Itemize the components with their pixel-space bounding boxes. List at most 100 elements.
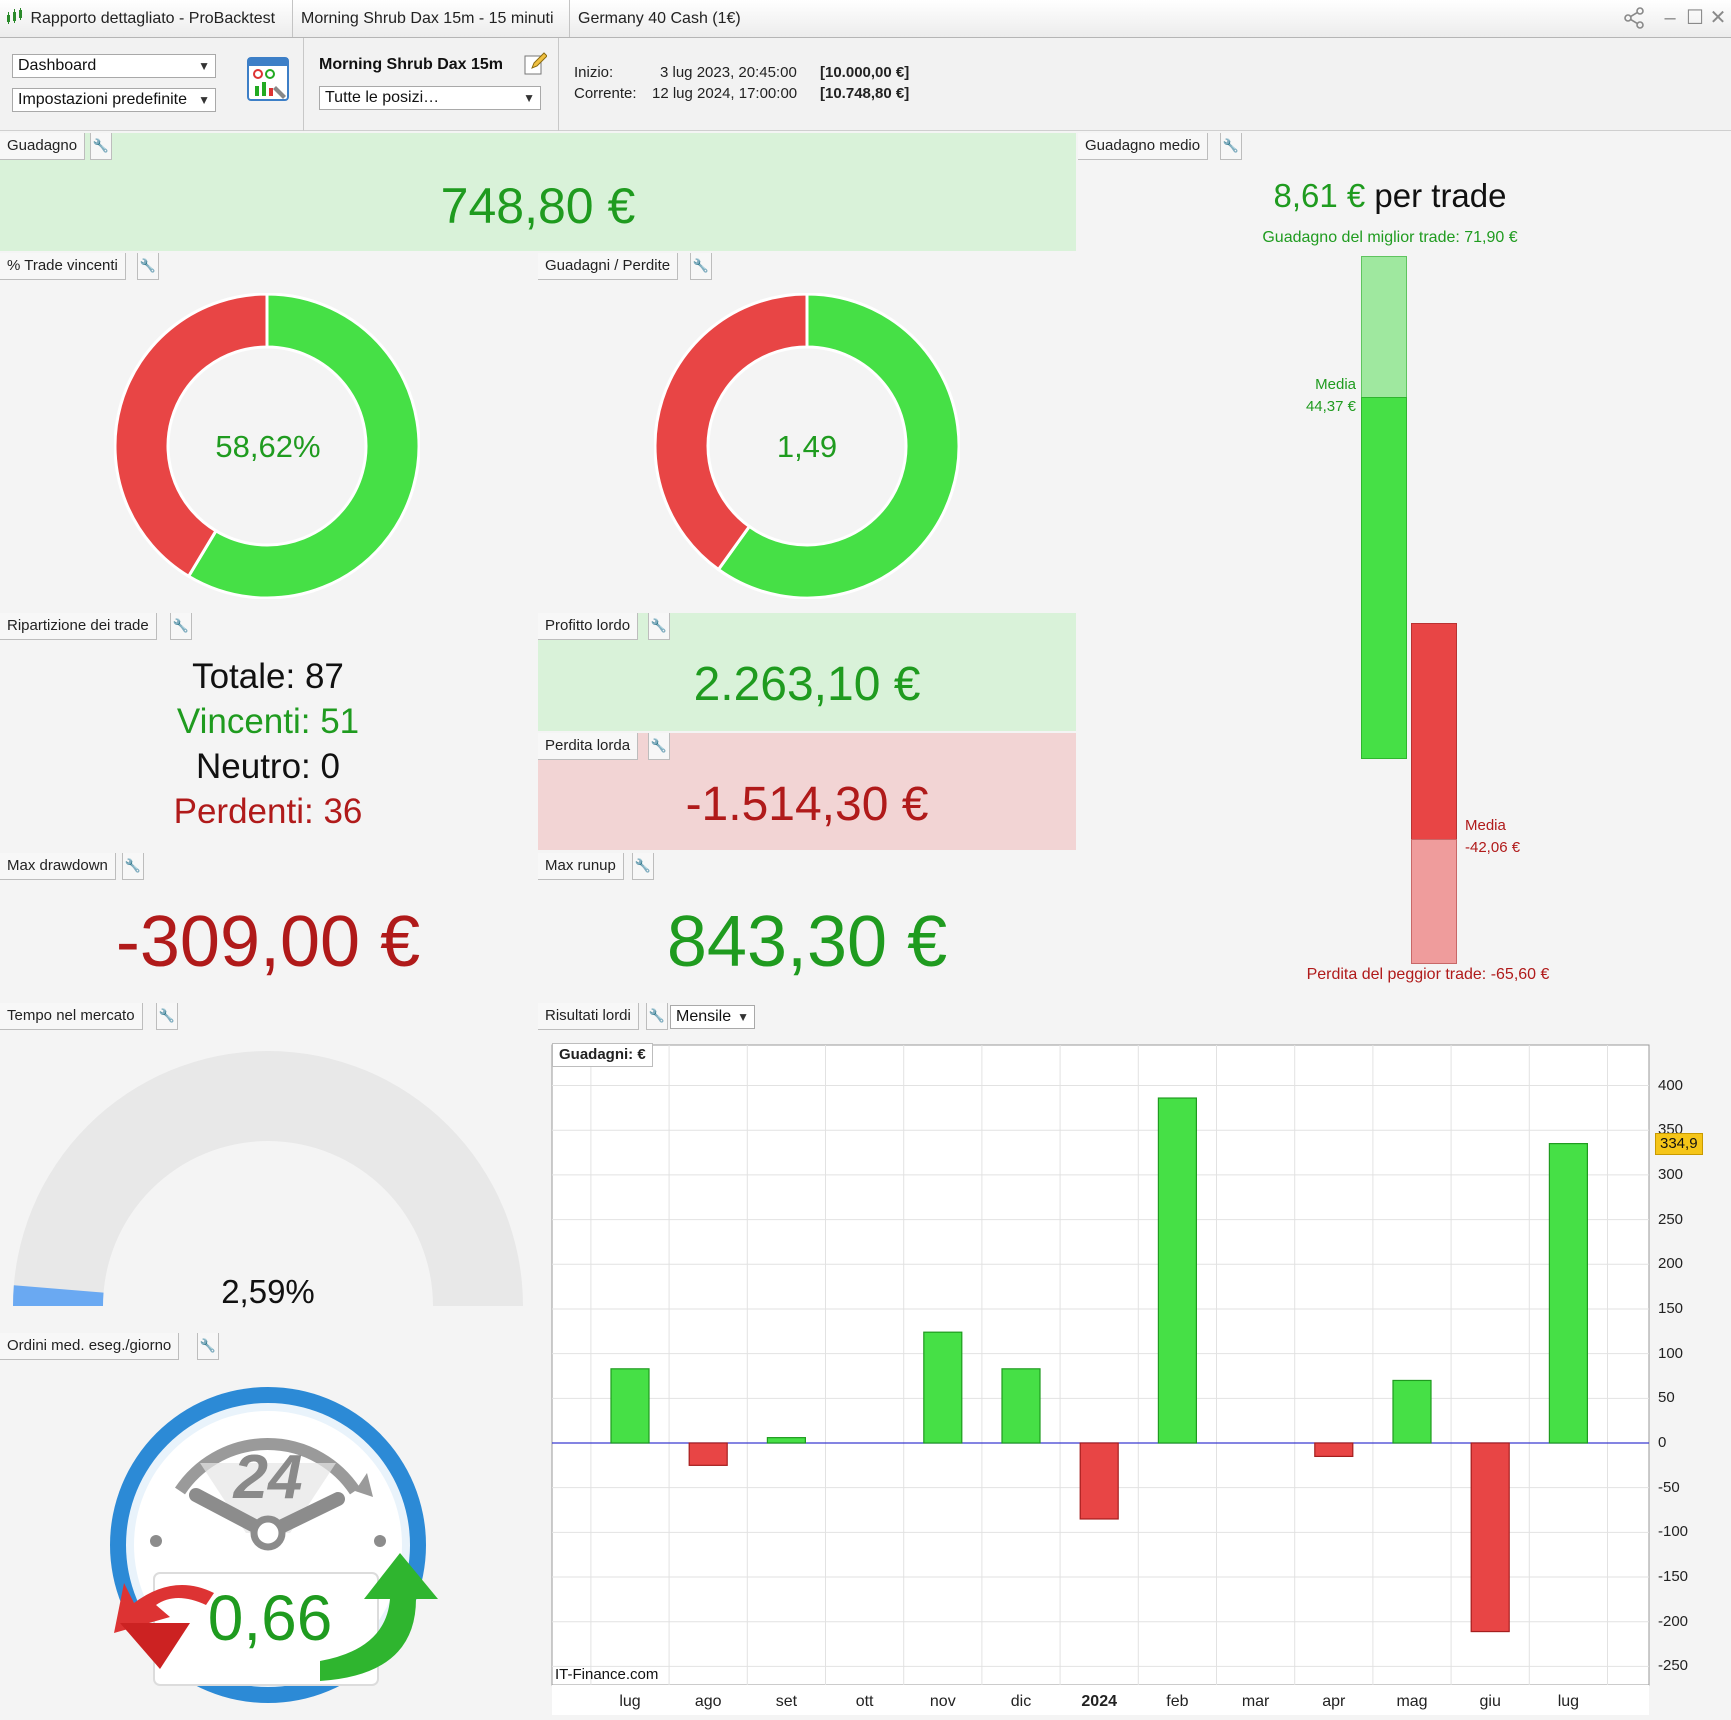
wrench-icon[interactable]: 🔧 [137, 253, 159, 280]
strategy-tab[interactable]: Morning Shrub Dax 15m - 15 minuti [293, 0, 570, 37]
chart-bar[interactable] [1314, 1442, 1354, 1458]
title-bar: Rapporto dettagliato - ProBacktest Morni… [0, 0, 1731, 38]
gain-loss-value: 1,49 [776, 429, 838, 464]
chart-bar[interactable] [1001, 1368, 1041, 1444]
chevron-down-icon: ▼ [198, 59, 210, 73]
wrench-icon[interactable]: 🔧 [1220, 133, 1242, 160]
x-tick-label: dic [1010, 1693, 1032, 1710]
gross-profit-value: 2.263,10 € [693, 658, 921, 711]
chevron-down-icon: ▼ [523, 91, 535, 105]
win-pct-value: 58,62% [215, 429, 321, 464]
wrench-icon[interactable]: 🔧 [156, 1003, 178, 1030]
y-tick-label: 300 [1658, 1165, 1684, 1183]
wrench-icon[interactable]: 🔧 [690, 253, 712, 280]
max-drawdown-panel: Max drawdown 🔧 -309,00 € [0, 853, 536, 1001]
panel-title: Guadagni / Perdite [538, 253, 679, 280]
orders-per-day-panel: Ordini med. eseg./giorno 🔧 24 0,66 [0, 1333, 536, 1720]
x-tick-label: feb [1166, 1693, 1189, 1710]
breakdown-neutral: Neutro: 0 [196, 747, 340, 786]
avg-win-value: 44,37 € [1305, 398, 1356, 415]
gross-results-chart[interactable] [538, 1043, 1731, 1720]
x-tick-label: ott [855, 1693, 874, 1710]
y-tick-label: 400 [1658, 1076, 1684, 1094]
chart-bar[interactable] [688, 1442, 728, 1466]
toolbar: Dashboard ▼ Impostazioni predefinite ▼ Mor… [0, 38, 1731, 131]
start-capital: [10.000,00 €] [820, 64, 910, 81]
candlestick-app-icon [6, 2, 26, 24]
y-tick-label: 100 [1658, 1344, 1684, 1362]
start-date: 3 lug 2023, 20:45:00 [660, 64, 797, 81]
x-tick-label: set [775, 1693, 798, 1710]
wrench-icon[interactable]: 🔧 [197, 1333, 219, 1360]
chart-bar[interactable] [766, 1437, 807, 1444]
panel-title: Guadagno [0, 133, 86, 160]
wrench-icon[interactable]: 🔧 [170, 613, 192, 640]
x-tick-label: mar [1241, 1693, 1270, 1710]
time-in-market-value: 2,59% [221, 1273, 315, 1310]
x-tick-label: giu [1479, 1693, 1501, 1710]
wrench-icon[interactable]: 🔧 [632, 853, 654, 880]
y-tick-label: 200 [1658, 1255, 1684, 1273]
window-title-tab[interactable]: Rapporto dettagliato - ProBacktest [0, 0, 293, 37]
breakdown-total: Totale: 87 [192, 657, 344, 696]
panel-title: Ordini med. eseg./giorno [0, 1333, 180, 1360]
worst-trade-bar [1411, 839, 1457, 964]
system-name: Morning Shrub Dax 15m [319, 56, 504, 73]
y-tick-label: -150 [1658, 1568, 1689, 1586]
x-tick-label: nov [929, 1693, 956, 1710]
chart-title: Guadagni: € [552, 1043, 653, 1067]
wrench-icon[interactable]: 🔧 [648, 733, 670, 760]
panel-title: % Trade vincenti [0, 253, 126, 280]
y-tick-label: -200 [1658, 1612, 1689, 1630]
orders-per-day-value: 0,66 [207, 1582, 333, 1654]
x-tick-label: lug [1557, 1693, 1580, 1710]
report-settings-icon[interactable] [246, 56, 292, 102]
gross-profit-panel: Profitto lordo 🔧 2.263,10 € [538, 613, 1076, 731]
panel-title: Ripartizione dei trade [0, 613, 157, 640]
y-tick-label: 50 [1658, 1389, 1675, 1407]
avg-gain-panel: Guadagno medio 🔧 8,61 € per trade Guadag… [1078, 133, 1731, 1001]
chart-bar[interactable] [1548, 1143, 1589, 1444]
minimize-icon[interactable]: – [1660, 6, 1680, 30]
panel-title: Tempo nel mercato [0, 1003, 143, 1030]
start-label: Inizio: [574, 64, 614, 81]
avg-loss-bar [1411, 623, 1457, 840]
period-select[interactable]: Mensile ▼ [670, 1005, 755, 1029]
max-runup-value: 843,30 € [666, 902, 948, 982]
wrench-icon[interactable]: 🔧 [646, 1003, 668, 1030]
share-icon[interactable] [1622, 6, 1644, 30]
wrench-icon[interactable]: 🔧 [648, 613, 670, 640]
chart-bar[interactable] [1470, 1442, 1510, 1633]
win-pct-panel: % Trade vincenti 🔧 58,62% [0, 253, 536, 608]
maximize-icon[interactable]: ☐ [1685, 6, 1705, 30]
avg-win-label: Media [1315, 376, 1356, 393]
x-tick-label: apr [1322, 1693, 1346, 1710]
breakdown-loss: Perdenti: 36 [173, 792, 363, 831]
x-tick-label: mag [1396, 1693, 1428, 1710]
view-select[interactable]: Dashboard ▼ [12, 54, 216, 78]
edit-pencil-icon[interactable] [523, 52, 548, 76]
avg-win-bar [1361, 397, 1407, 759]
avg-loss-value: -42,06 € [1465, 839, 1521, 856]
breakdown-panel: Ripartizione dei trade 🔧 Totale: 87 Vinc… [0, 613, 536, 850]
current-label: Corrente: [574, 85, 637, 102]
avg-gain-value: 8,61 € [1273, 177, 1366, 214]
panel-title: Perdita lorda [538, 733, 639, 760]
chevron-down-icon: ▼ [737, 1010, 749, 1024]
chart-bar[interactable] [1079, 1442, 1119, 1520]
chart-bar[interactable] [1157, 1097, 1198, 1444]
panel-title: Profitto lordo [538, 613, 639, 640]
wrench-icon[interactable]: 🔧 [90, 133, 112, 160]
window-title: Rapporto dettagliato - ProBacktest [30, 10, 276, 27]
current-date: 12 lug 2024, 17:00:00 [652, 85, 798, 102]
settings-select[interactable]: Impostazioni predefinite ▼ [12, 88, 216, 112]
chart-bar[interactable] [1392, 1379, 1432, 1444]
instrument-tab[interactable]: Germany 40 Cash (1€) [570, 0, 770, 37]
close-icon[interactable]: ✕ [1708, 6, 1728, 30]
gain-panel: Guadagno 🔧 748,80 € [0, 133, 1076, 251]
chart-bar[interactable] [923, 1331, 963, 1444]
time-in-market-panel: Tempo nel mercato 🔧 2,59% [0, 1003, 536, 1330]
chart-bar[interactable] [610, 1368, 650, 1444]
wrench-icon[interactable]: 🔧 [122, 853, 144, 880]
positions-select[interactable]: Tutte le posizi… ▼ [319, 86, 541, 110]
